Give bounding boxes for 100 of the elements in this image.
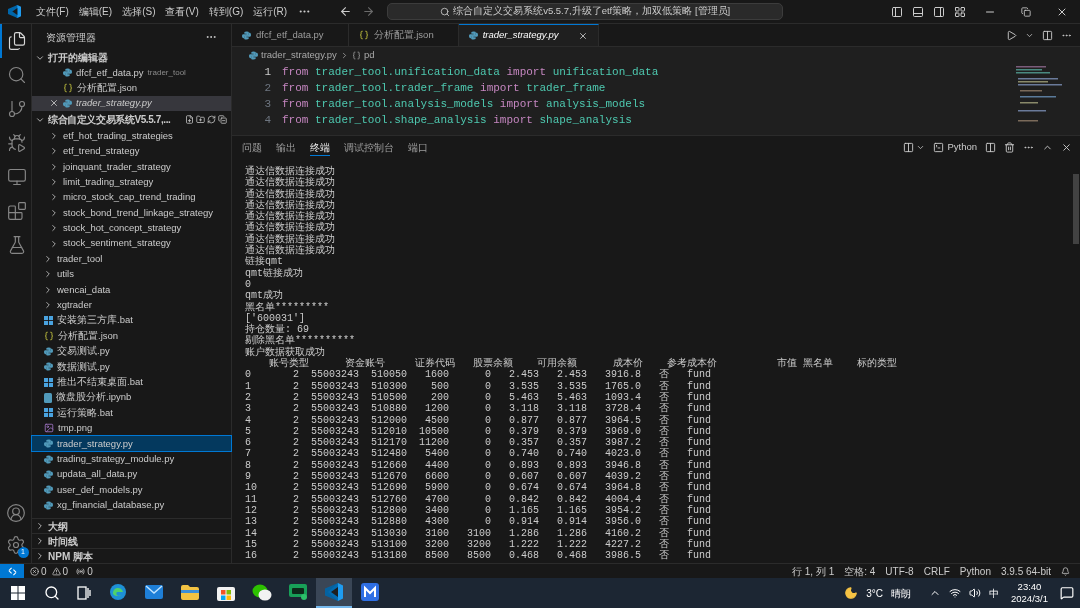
folder-item[interactable]: limit_trading_strategy [32, 174, 231, 190]
folder-item[interactable]: stock_sentiment_strategy [32, 235, 231, 252]
close-icon[interactable] [577, 30, 588, 41]
open-editor-item[interactable]: 分析配置.json [32, 80, 231, 96]
search-icon[interactable] [44, 585, 60, 601]
file-item[interactable]: updata_all_data.py [32, 466, 231, 483]
file-item[interactable]: 微盘股分析.ipynb [32, 389, 231, 406]
panel-tab[interactable]: 调试控制台 [344, 139, 394, 156]
status-item[interactable]: 空格: 4 [844, 563, 876, 579]
file-item[interactable]: trader_strategy.py [32, 436, 231, 452]
bell-icon[interactable] [1061, 566, 1070, 576]
menu-item[interactable]: 转到(G) [203, 4, 249, 19]
ports-count[interactable]: 0 [87, 563, 93, 579]
file-item[interactable]: trading_strategy_module.py [32, 451, 231, 467]
panel-left-icon[interactable] [891, 5, 903, 18]
status-item[interactable]: CRLF [923, 563, 950, 579]
clock[interactable]: 23:40 2024/3/1 [1011, 581, 1048, 605]
account-icon[interactable] [5, 503, 26, 523]
error-icon[interactable] [30, 566, 39, 576]
speaker-icon[interactable] [969, 587, 981, 599]
panel-right-icon[interactable] [933, 5, 945, 18]
folder-item[interactable]: micro_stock_cap_trend_trading [32, 189, 231, 206]
file-item[interactable]: 交易测试.py [32, 343, 231, 360]
section-header[interactable]: 时间线 [48, 533, 78, 549]
folder-item[interactable]: etf_trend_strategy [32, 143, 231, 159]
new-folder-icon[interactable] [196, 115, 205, 125]
folder-item[interactable]: etf_hot_trading_strategies [32, 128, 231, 144]
file-item[interactable]: 运行策略.bat [32, 405, 231, 421]
layout-icon[interactable] [954, 5, 966, 18]
folder-item[interactable]: xgtrader [32, 297, 231, 313]
file-item[interactable]: user_def_models.py [32, 482, 231, 498]
status-item[interactable]: Python [959, 563, 991, 579]
notification-icon[interactable] [1060, 586, 1074, 600]
trash-icon[interactable] [1004, 142, 1015, 153]
error-count[interactable]: 0 [41, 563, 47, 579]
folder-item[interactable]: stock_bond_trend_linkage_strategy [32, 205, 231, 221]
refresh-icon[interactable] [207, 115, 216, 125]
terminal-selector[interactable]: Python [947, 140, 977, 155]
file-item[interactable]: xg_financial_database.py [32, 497, 231, 513]
breadcrumb-item[interactable]: pd [363, 48, 375, 63]
file-item[interactable]: 推出不结束桌面.bat [32, 374, 231, 390]
forward-arrow-icon[interactable] [362, 5, 376, 18]
status-item[interactable]: UTF-8 [885, 563, 914, 579]
editor-tab[interactable]: dfcf_etf_data.py [232, 24, 349, 46]
close-icon[interactable] [49, 98, 59, 109]
command-center[interactable]: 综合自定义交易系统v5.5.7,升级了etf策略，加双低策略 [管理员] [387, 3, 784, 20]
panel-bottom-icon[interactable] [912, 5, 924, 18]
file-item[interactable]: 数据测试.py [32, 359, 231, 375]
section-header[interactable]: 大纲 [48, 518, 68, 534]
file-item[interactable]: tmp.png [32, 420, 231, 436]
wifi-icon[interactable] [949, 587, 961, 599]
layout-icon[interactable] [903, 142, 915, 153]
input-method[interactable]: 中 [989, 585, 999, 601]
open-editor-item[interactable]: dfcf_etf_data.py trader_tool [32, 65, 231, 81]
warning-count[interactable]: 0 [62, 563, 69, 579]
scrollbar[interactable] [1073, 174, 1079, 244]
panel-tab[interactable]: 端口 [408, 139, 428, 156]
broadcast-icon[interactable] [76, 566, 86, 576]
folder-item[interactable]: stock_hot_concept_strategy [32, 220, 231, 236]
chevron-down-icon[interactable] [916, 143, 926, 152]
run-icon[interactable] [1006, 29, 1017, 41]
settings-icon[interactable] [5, 535, 26, 555]
back-arrow-icon[interactable] [339, 5, 353, 18]
panel-tab[interactable]: 终端 [310, 139, 330, 156]
file-item[interactable]: 分析配置.json [32, 328, 231, 344]
editor-tab[interactable]: trader_strategy.py [458, 24, 599, 46]
terminal-icon[interactable] [933, 142, 945, 153]
folder-item[interactable]: wencai_data [32, 282, 231, 298]
menu-item[interactable]: 选择(S) [117, 4, 161, 19]
breadcrumb-item[interactable]: trader_strategy.py [261, 48, 337, 63]
new-file-icon[interactable] [185, 115, 194, 125]
menu-item[interactable]: 查看(V) [160, 4, 204, 19]
section-header[interactable]: NPM 脚本 [48, 548, 93, 564]
panel-tab[interactable]: 输出 [276, 139, 296, 156]
menu-item[interactable]: 编辑(E) [73, 4, 118, 19]
panel-tab[interactable]: 问题 [242, 139, 262, 156]
weather-temperature[interactable]: 3°C [866, 585, 883, 601]
restore-icon[interactable] [1021, 6, 1031, 17]
menu-item[interactable]: 运行(R) [248, 4, 293, 19]
status-item[interactable]: 行 1, 列 1 [791, 563, 835, 579]
weather-condition[interactable]: 晴朗 [891, 585, 911, 601]
remote-button[interactable] [0, 563, 24, 579]
file-item[interactable]: 安装第三方库.bat [32, 312, 231, 329]
task-view-icon[interactable] [77, 586, 91, 600]
warning-icon[interactable] [51, 566, 61, 576]
close-icon[interactable] [1061, 142, 1072, 153]
menu-item[interactable]: 文件(F) [31, 4, 74, 19]
status-item[interactable]: 3.9.5 64-bit [1000, 563, 1051, 579]
folder-item[interactable]: joinquant_trader_strategy [32, 158, 231, 175]
section-header[interactable]: 打开的编辑器 [48, 50, 108, 65]
section-header[interactable]: 综合自定义交易系统V5.5.7,... [48, 112, 171, 128]
split-terminal-icon[interactable] [985, 142, 996, 153]
open-editor-item[interactable]: trader_strategy.py [32, 95, 231, 112]
taskbar-app[interactable] [316, 578, 352, 608]
windows-logo-icon[interactable] [11, 586, 25, 600]
collapse-all-icon[interactable] [218, 115, 227, 125]
split-editor-icon[interactable] [1042, 29, 1053, 41]
folder-item[interactable]: trader_tool [32, 251, 231, 267]
folder-item[interactable]: utils [32, 266, 231, 283]
editor-tab[interactable]: 分析配置.json [348, 24, 459, 46]
